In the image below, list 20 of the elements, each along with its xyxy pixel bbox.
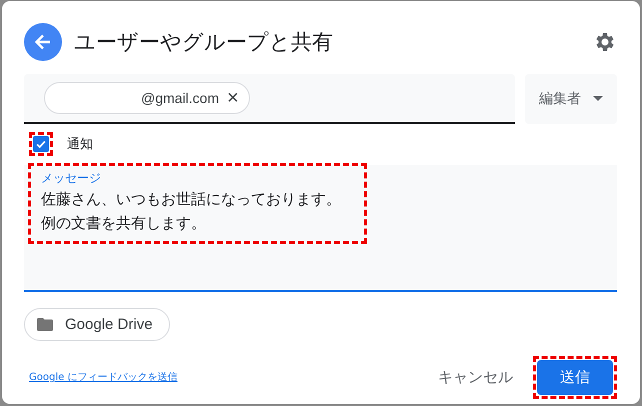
feedback-link[interactable]: Google にフィードバックを送信 [29,370,432,384]
remove-button[interactable]: × [223,88,243,108]
dropdown-caret-icon [593,96,603,102]
folder-icon [37,318,53,331]
recipient-field[interactable]: @gmail.com × [24,74,515,124]
send-button[interactable]: 送信 [537,360,613,394]
email-text: @gmail.com [141,90,220,106]
message-text: 佐藤さん、いつもお世話になっております。 [41,189,342,210]
message-label: メッセージ [41,170,102,187]
message-text: 例の文書を共有します。 [41,213,207,234]
role-dropdown[interactable]: 編集者 [525,74,617,124]
notify-label: 通知 [67,136,93,153]
google-drive-button[interactable]: Google Drive [24,308,170,341]
cancel-button[interactable]: キャンセル [432,366,519,388]
notify-checkbox[interactable] [33,136,49,152]
email-chip[interactable]: @gmail.com × [44,82,250,114]
dialog-title: ユーザーやグループと共有 [74,29,334,56]
back-button[interactable] [24,23,62,61]
back-arrow-icon [33,32,53,52]
message-field[interactable]: メッセージ 佐藤さん、いつもお世話になっております。 例の文書を共有します。 [24,165,617,292]
